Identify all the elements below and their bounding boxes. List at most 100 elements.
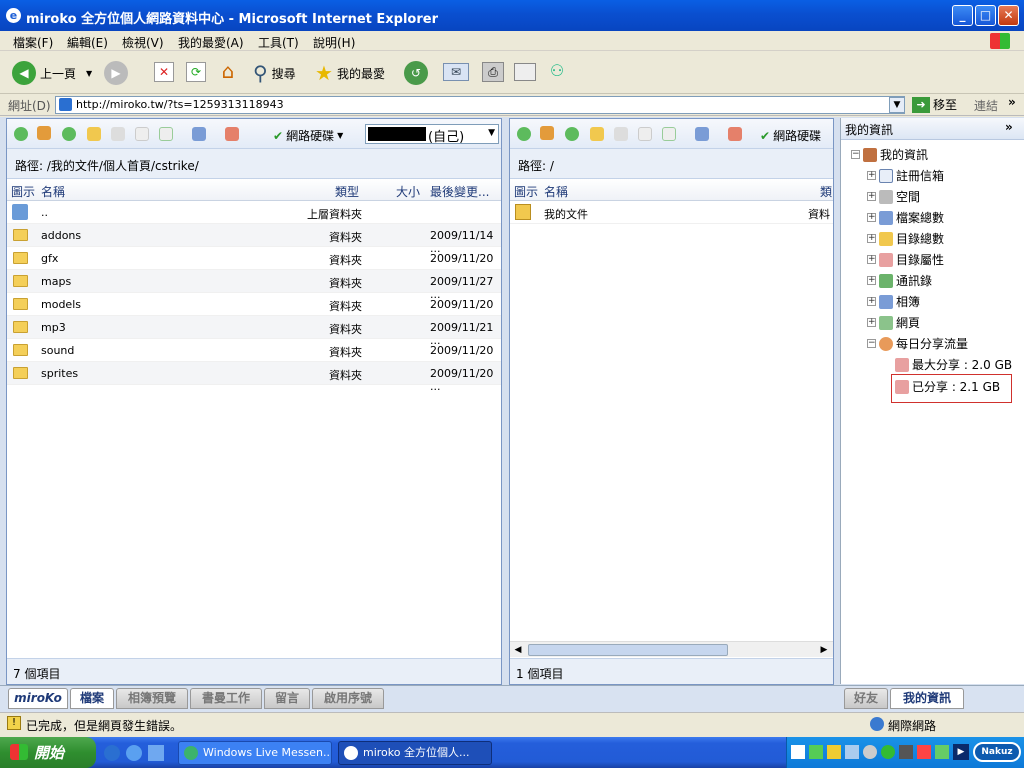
tray-icon[interactable]: [935, 745, 949, 759]
links-chevron-icon[interactable]: »: [1008, 95, 1016, 109]
tray-icon[interactable]: [899, 745, 913, 759]
col-modified[interactable]: 最後變更...: [430, 183, 489, 200]
play-icon[interactable]: ▶: [953, 744, 969, 760]
print-icon[interactable]: ⎙: [482, 62, 504, 82]
scroll-right-icon[interactable]: ▶: [818, 644, 830, 656]
tree-item-share-max[interactable]: 最大分享 : 2.0 GB: [895, 356, 1012, 373]
tray-icon[interactable]: [809, 745, 823, 759]
edit-icon[interactable]: [614, 127, 628, 141]
tray-icon[interactable]: [791, 745, 805, 759]
forward-button[interactable]: ▶: [104, 61, 128, 85]
check-icon[interactable]: [517, 127, 531, 141]
refresh-icon[interactable]: [62, 127, 76, 141]
address-dropdown-icon[interactable]: ▼: [889, 97, 905, 113]
start-button[interactable]: 開始: [0, 737, 96, 768]
col-name[interactable]: 名稱: [544, 183, 568, 200]
table-row[interactable]: models 資料夾 2009/11/20 ...: [7, 293, 501, 324]
expand-icon[interactable]: +: [867, 255, 876, 264]
menu-favorites[interactable]: 我的最愛(A): [178, 34, 244, 51]
menu-edit[interactable]: 編輯(E): [67, 34, 108, 51]
back-button[interactable]: ◀ 上一頁 ▼: [12, 61, 92, 85]
tray-icon[interactable]: [845, 745, 859, 759]
edit-icon[interactable]: [111, 127, 125, 141]
maximize-button[interactable]: □: [975, 5, 996, 26]
table-row[interactable]: .. 上層資料夾: [7, 201, 501, 224]
favorites-button[interactable]: ★ 我的最愛: [315, 61, 385, 85]
tray-icon[interactable]: [863, 745, 877, 759]
home-icon[interactable]: [37, 126, 51, 140]
stop-icon[interactable]: ✕: [154, 62, 174, 82]
scroll-left-icon[interactable]: ◀: [512, 644, 524, 656]
table-row[interactable]: sound 資料夾 2009/11/20 ...: [7, 339, 501, 370]
miroko-logo[interactable]: miroKo: [8, 688, 68, 709]
go-button[interactable]: ➜ 移至: [912, 96, 957, 113]
table-row[interactable]: sprites 資料夾 2009/11/20 ...: [7, 362, 501, 393]
menu-view[interactable]: 檢視(V): [122, 34, 164, 51]
scroll-thumb[interactable]: [528, 644, 728, 656]
tree-item-email[interactable]: + 註冊信箱: [867, 167, 944, 184]
minimize-button[interactable]: _: [952, 5, 973, 26]
refresh-icon[interactable]: ⟳: [186, 62, 206, 82]
tree-root[interactable]: − 我的資訊: [851, 146, 928, 163]
horizontal-scrollbar[interactable]: ◀ ▶: [510, 641, 833, 657]
table-row[interactable]: addons 資料夾 2009/11/14 ...: [7, 224, 501, 255]
collapse-icon[interactable]: −: [851, 150, 860, 159]
expand-icon[interactable]: +: [867, 192, 876, 201]
new-folder-icon[interactable]: [87, 127, 101, 141]
tray-icon[interactable]: [917, 745, 931, 759]
tree-item-webpage[interactable]: + 網頁: [867, 314, 920, 331]
share-icon[interactable]: [192, 127, 206, 141]
tree-item-file-count[interactable]: + 檔案總數: [867, 209, 944, 226]
media-player-icon[interactable]: [104, 745, 120, 761]
tab-friends[interactable]: 好友: [844, 688, 888, 709]
new-folder-icon[interactable]: [590, 127, 604, 141]
refresh-icon[interactable]: [565, 127, 579, 141]
tree-item-share-used[interactable]: 已分享 : 2.1 GB: [895, 378, 1000, 395]
home-icon[interactable]: ⌂: [216, 60, 240, 82]
col-icon[interactable]: 圖示: [514, 183, 538, 200]
drive-menu-button[interactable]: ✔ 網路硬碟: [760, 127, 821, 144]
expand-icon[interactable]: +: [867, 234, 876, 243]
collapse-icon[interactable]: −: [867, 339, 876, 348]
col-name[interactable]: 名稱: [41, 183, 65, 200]
expand-icon[interactable]: +: [867, 171, 876, 180]
delete-icon[interactable]: [638, 127, 652, 141]
col-size[interactable]: 大小: [396, 183, 420, 200]
collapse-chevron-icon[interactable]: »: [1005, 120, 1013, 134]
expand-icon[interactable]: +: [867, 318, 876, 327]
tree-item-daily-share[interactable]: − 每日分享流量: [867, 335, 968, 352]
links-label[interactable]: 連結: [974, 97, 998, 114]
address-input[interactable]: http://miroko.tw/?ts=1259313118943: [55, 96, 905, 114]
window-icon[interactable]: [225, 127, 239, 141]
check-icon[interactable]: [14, 127, 28, 141]
col-type[interactable]: 類型: [335, 183, 359, 200]
tab-files[interactable]: 檔案: [70, 688, 114, 709]
close-button[interactable]: ✕: [998, 5, 1019, 26]
menu-tools[interactable]: 工具(T): [258, 34, 299, 51]
tree-item-contacts[interactable]: + 通訊錄: [867, 272, 932, 289]
col-type[interactable]: 類: [820, 183, 832, 200]
window-icon[interactable]: [728, 127, 742, 141]
tab-messages[interactable]: 留言: [264, 688, 310, 709]
share-icon[interactable]: [695, 127, 709, 141]
tab-activate-serial[interactable]: 啟用序號: [312, 688, 384, 709]
edit-icon[interactable]: [514, 63, 536, 81]
warning-icon[interactable]: !: [7, 716, 21, 730]
delete-icon[interactable]: [135, 127, 149, 141]
tree-item-album[interactable]: + 相簿: [867, 293, 920, 310]
taskbar-item-ie[interactable]: miroko 全方位個人...: [338, 741, 492, 765]
nakuz-logo[interactable]: Nakuz: [973, 742, 1021, 762]
messenger-icon[interactable]: ⚇: [546, 61, 568, 83]
upload-icon[interactable]: [159, 127, 173, 141]
tray-icon[interactable]: [881, 745, 895, 759]
table-row[interactable]: maps 資料夾 2009/11/27 ...: [7, 270, 501, 301]
table-row[interactable]: 我的文件 資料: [510, 201, 833, 224]
table-row[interactable]: gfx 資料夾 2009/11/20 ...: [7, 247, 501, 278]
tab-album-preview[interactable]: 相簿預覽: [116, 688, 188, 709]
taskbar-item-messenger[interactable]: Windows Live Messen...: [178, 741, 332, 765]
ie-quicklaunch-icon[interactable]: [126, 745, 142, 761]
tree-item-space[interactable]: + 空間: [867, 188, 920, 205]
expand-icon[interactable]: +: [867, 297, 876, 306]
upload-icon[interactable]: [662, 127, 676, 141]
tree-item-dir-attr[interactable]: + 目錄屬性: [867, 251, 944, 268]
